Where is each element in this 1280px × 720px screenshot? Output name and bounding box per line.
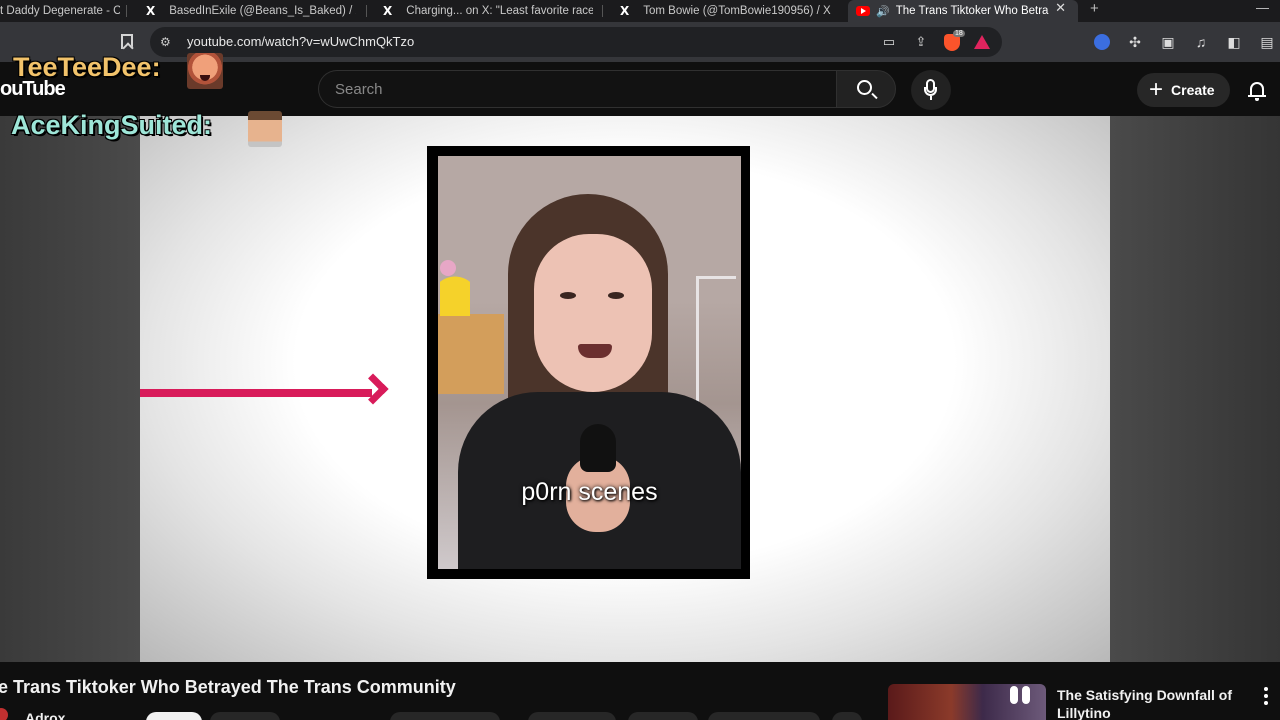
screenshot-icon[interactable]: ▣ — [1158, 32, 1178, 52]
new-tab-button[interactable]: + — [1090, 0, 1099, 17]
wallet-icon[interactable] — [1092, 32, 1112, 52]
browser-tab-strip: t Daddy Degenerate - C X BasedInExile (@… — [0, 0, 1280, 22]
video-frame: p0rn scenes — [140, 116, 1110, 662]
like-button[interactable] — [390, 712, 500, 720]
search-icon — [857, 80, 872, 95]
overlay-avatar-1 — [187, 53, 223, 89]
speaker-icon[interactable]: 🔊 — [876, 5, 890, 18]
plush-toy — [440, 264, 470, 316]
channel-avatar[interactable] — [0, 708, 8, 720]
site-info-icon[interactable]: ⚙ — [160, 35, 171, 49]
search-placeholder: Search — [335, 81, 383, 98]
plus-icon: + — [1149, 76, 1164, 103]
voice-search-button[interactable] — [911, 70, 951, 110]
subscribe-button[interactable] — [146, 712, 202, 720]
brave-rewards-icon[interactable] — [974, 35, 990, 49]
more-options-icon[interactable] — [1264, 687, 1268, 705]
x-logo-icon: X — [146, 4, 156, 18]
tab-title: Charging... on X: "Least favorite race — [406, 5, 593, 17]
recommendation-thumbnail[interactable] — [888, 684, 1046, 720]
sidebar-icon[interactable]: ◧ — [1224, 32, 1244, 52]
more-actions-button[interactable] — [832, 712, 862, 720]
video-title: e Trans Tiktoker Who Betrayed The Trans … — [0, 677, 456, 697]
video-player[interactable]: p0rn scenes — [0, 116, 1280, 662]
below-video: e Trans Tiktoker Who Betrayed The Trans … — [0, 662, 1280, 720]
join-button[interactable] — [210, 712, 280, 720]
tiktok-clip: p0rn scenes — [438, 156, 741, 569]
brave-shields-icon[interactable]: 18 — [944, 29, 965, 51]
youtube-favicon-icon — [856, 6, 870, 16]
arrow-shaft — [140, 389, 372, 397]
overlay-avatar-2 — [248, 111, 282, 147]
recommendation-title[interactable]: The Satisfying Downfall of Lillytino — [1057, 686, 1237, 720]
share-icon[interactable]: ⇪ — [912, 33, 930, 51]
video-caption: p0rn scenes — [521, 478, 658, 506]
tab-title: The Trans Tiktoker Who Betra — [895, 5, 1049, 17]
search-input[interactable]: Search — [318, 70, 836, 108]
channel-name[interactable]: Adrox — [25, 710, 65, 720]
tab-youtube-active[interactable]: 🔊 The Trans Tiktoker Who Betra ✕ — [848, 0, 1078, 22]
person-face — [534, 234, 652, 392]
brave-badge: 18 — [953, 29, 965, 37]
wallet-card-icon[interactable]: ▤ — [1257, 32, 1277, 52]
tab-basedinexile[interactable]: X BasedInExile (@Beans_Is_Baked) / X — [146, 0, 356, 22]
create-label: Create — [1171, 82, 1215, 98]
url-text[interactable]: youtube.com/watch?v=wUwChmQkTzo — [187, 34, 414, 49]
tab-title: t Daddy Degenerate - C — [0, 5, 120, 17]
tab-tom-bowie[interactable]: X Tom Bowie (@TomBowie190956) / X — [620, 0, 832, 22]
tab-daddy-degenerate[interactable]: t Daddy Degenerate - C — [0, 0, 120, 22]
bookmark-icon[interactable] — [121, 34, 133, 49]
tab-title: Tom Bowie (@TomBowie190956) / X — [643, 5, 831, 17]
address-bar[interactable]: ⚙ youtube.com/watch?v=wUwChmQkTzo ▭ ⇪ 18 — [150, 27, 1002, 57]
held-microphone — [580, 424, 616, 472]
minimize-button[interactable]: — — [1256, 0, 1269, 15]
x-logo-icon: X — [383, 4, 393, 18]
share-button[interactable] — [528, 712, 616, 720]
overlay-username-1: TeeTeeDee: — [13, 52, 161, 82]
clip-button[interactable] — [708, 712, 820, 720]
tab-title: BasedInExile (@Beans_Is_Baked) / X — [169, 5, 356, 17]
arrow-icon — [357, 373, 389, 405]
cast-icon[interactable]: ▭ — [880, 33, 898, 51]
download-button[interactable] — [628, 712, 698, 720]
create-button[interactable]: + Create — [1137, 73, 1230, 107]
notifications-bell-icon[interactable] — [1248, 80, 1266, 101]
tab-charging[interactable]: X Charging... on X: "Least favorite race — [383, 0, 593, 22]
overlay-username-2: AceKingSuited: — [11, 110, 213, 140]
close-tab-icon[interactable]: ✕ — [1055, 0, 1066, 16]
media-icon[interactable]: ♫ — [1191, 32, 1211, 52]
x-logo-icon: X — [620, 4, 630, 18]
extensions-icon[interactable]: ✣ — [1125, 32, 1145, 52]
screen: t Daddy Degenerate - C X BasedInExile (@… — [0, 0, 1280, 720]
search-button[interactable] — [836, 70, 896, 108]
